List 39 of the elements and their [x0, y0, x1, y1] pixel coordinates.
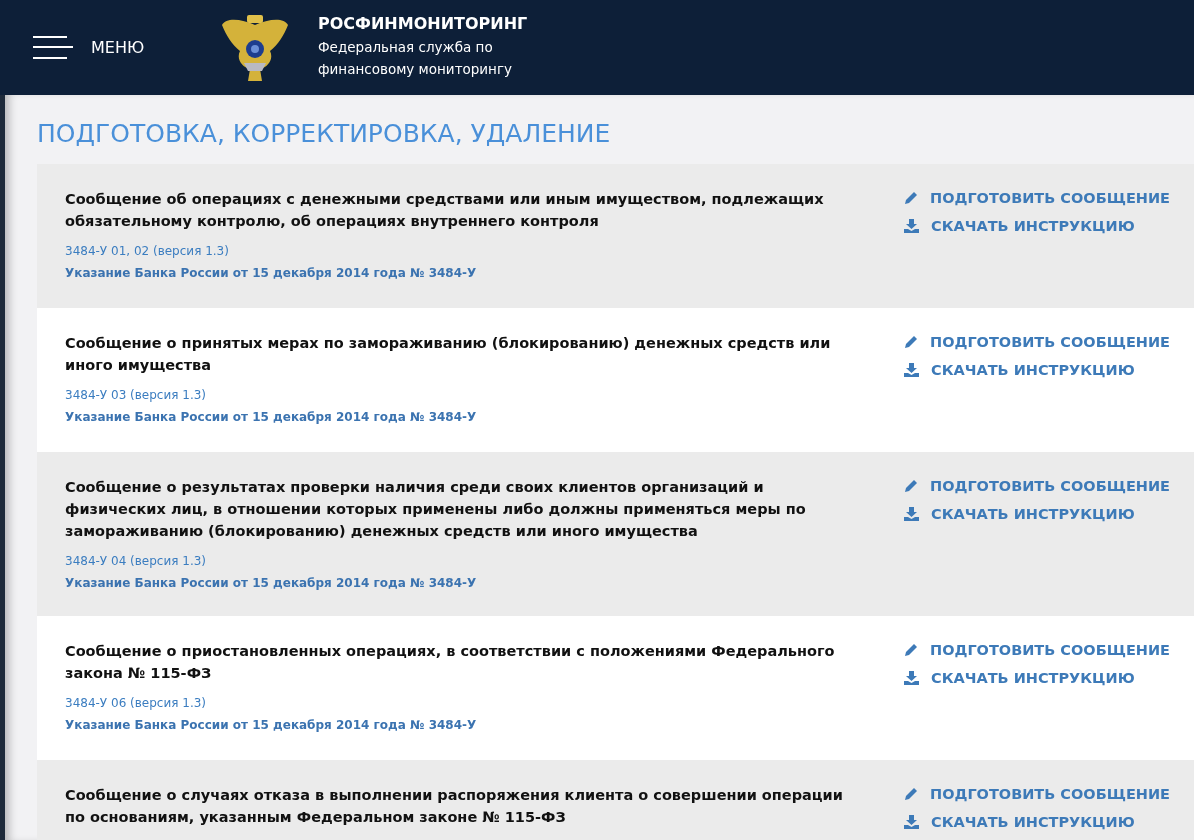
message-title: Сообщение о приостановленных операциях, в соответствии с положениями Федерального закона № 115-ФЗ: [65, 642, 836, 683]
prepare-message-link[interactable]: ПОДГОТОВИТЬ СООБЩЕНИЕ: [904, 786, 1194, 802]
org-subtitle: Федеральная служба по: [318, 39, 494, 55]
message-title: Сообщение о результатах проверки наличия среди своих клиентов организаций и физических лиц, в отношении которых применены либо должны применяться меры по замораживанию (блокированию) денежных средств или иного имущества: [65, 478, 807, 541]
download-icon: [904, 671, 919, 685]
download-icon: [904, 363, 919, 377]
regulation-link[interactable]: Указание Банка России от 15 декабря 2014 года № 3484-У: [65, 714, 865, 736]
message-title: Сообщение о случаях отказа в выполнении распоряжения клиента о совершении операции по основаниям, указанным Федеральном законе № 115-ФЗ: [65, 786, 844, 827]
pencil-icon: [904, 191, 918, 205]
pencil-icon: [904, 787, 918, 801]
download-instruction-link[interactable]: СКАЧАТЬ ИНСТРУКЦИЮ: [904, 670, 1194, 686]
menu-icon: [33, 35, 73, 60]
page-title: ПОДГОТОВКА, КОРРЕКТИРОВКА, УДАЛЕНИЕ: [37, 118, 612, 150]
form-code-link[interactable]: 3484-У 04 (версия 1.3): [65, 550, 865, 572]
download-instruction-link[interactable]: СКАЧАТЬ ИНСТРУКЦИЮ: [904, 362, 1194, 378]
prepare-message-link[interactable]: ПОДГОТОВИТЬ СООБЩЕНИЕ: [904, 334, 1194, 350]
form-code-link[interactable]: 3484-У 06 (версия 1.3): [65, 692, 865, 714]
prepare-message-link[interactable]: ПОДГОТОВИТЬ СООБЩЕНИЕ: [904, 190, 1194, 206]
message-title: Сообщение об операциях с денежными средствами или иным имуществом, подлежащих обязательному контролю, об операциях внутреннего контроля: [65, 190, 825, 231]
pencil-icon: [904, 479, 918, 493]
pencil-icon: [904, 643, 918, 657]
form-code-link[interactable]: 3484-У 03 (версия 1.3): [65, 384, 865, 406]
download-icon: [904, 507, 919, 521]
regulation-link[interactable]: Указание Банка России от 15 декабря 2014 года № 3484-У: [65, 406, 865, 428]
menu-button[interactable]: МЕНЮ: [0, 35, 220, 60]
form-code-link[interactable]: 3484-У 01, 02 (версия 1.3): [65, 240, 865, 262]
download-instruction-link[interactable]: СКАЧАТЬ ИНСТРУКЦИЮ: [904, 814, 1194, 830]
pencil-icon: [904, 335, 918, 349]
org-subtitle: финансовому мониторингу: [318, 61, 514, 77]
message-title: Сообщение о принятых мерах по замораживанию (блокированию) денежных средств или иного имущества: [65, 334, 832, 375]
prepare-message-link[interactable]: ПОДГОТОВИТЬ СООБЩЕНИЕ: [904, 478, 1194, 494]
download-icon: [904, 219, 919, 233]
download-instruction-link[interactable]: СКАЧАТЬ ИНСТРУКЦИЮ: [904, 506, 1194, 522]
download-instruction-link[interactable]: СКАЧАТЬ ИНСТРУКЦИЮ: [904, 218, 1194, 234]
regulation-link[interactable]: Указание Банка России от 15 декабря 2014 года № 3484-У: [65, 262, 865, 284]
regulation-link[interactable]: Указание Банка России от 15 декабря 2014 года № 3484-У: [65, 572, 865, 594]
download-icon: [904, 815, 919, 829]
prepare-message-link[interactable]: ПОДГОТОВИТЬ СООБЩЕНИЕ: [904, 642, 1194, 658]
org-name: РОСФИНМОНИТОРИНГ: [318, 14, 528, 33]
